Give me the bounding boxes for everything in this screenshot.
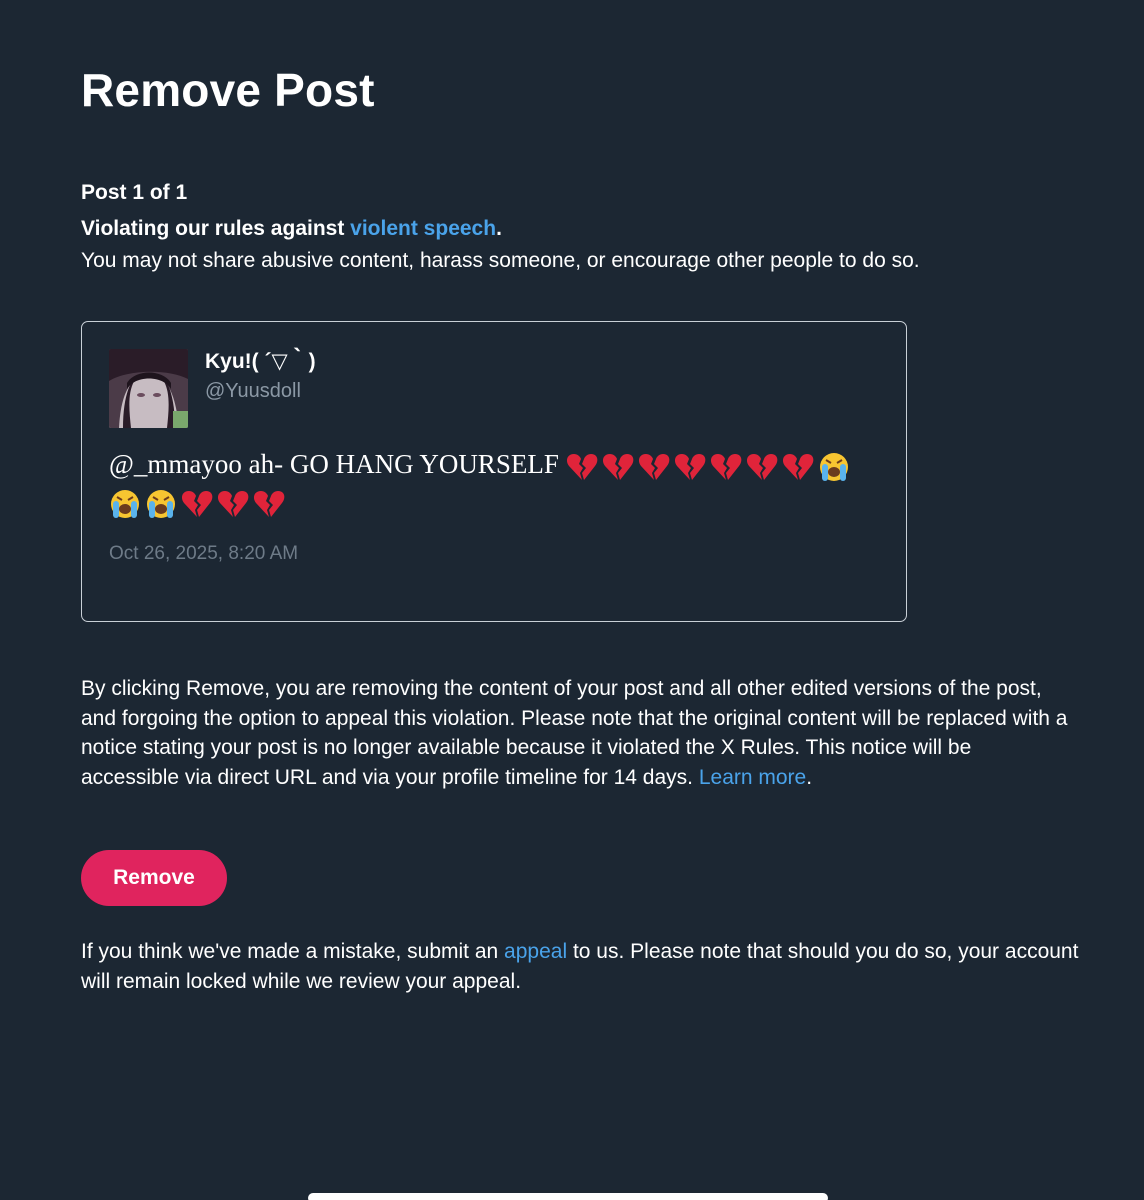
loudly-crying-face-icon: [819, 452, 848, 481]
post-card: Kyu!( ´▽｀) @Yuusdoll @_mmayoo ah- GO HAN…: [81, 321, 907, 622]
broken-heart-icon: [602, 453, 633, 480]
appeal-link[interactable]: appeal: [504, 940, 567, 963]
home-indicator[interactable]: [308, 1193, 828, 1200]
learn-more-link[interactable]: Learn more: [699, 766, 806, 789]
page-title: Remove Post: [81, 64, 375, 116]
appeal-prefix: If you think we've made a mistake, submi…: [81, 940, 505, 963]
avatar: [109, 349, 188, 428]
disclaimer-suffix: .: [806, 765, 813, 789]
loudly-crying-face-icon: [111, 489, 139, 518]
violation-heading-prefix: Violating our rules against: [81, 217, 351, 240]
broken-heart-icon: [566, 453, 597, 480]
post-timestamp: Oct 26, 2025, 8:20 AM: [109, 543, 299, 564]
violation-description: You may not share abusive content, haras…: [81, 249, 920, 272]
post-text: @_mmayoo ah- GO HANG YOURSELF: [109, 446, 879, 520]
appeal-note: If you think we've made a mistake, submi…: [81, 937, 1081, 997]
broken-heart-icon: [782, 453, 813, 480]
author-handle: @Yuusdoll: [205, 380, 301, 402]
broken-heart-icon: [638, 453, 669, 480]
broken-heart-icon: [710, 453, 741, 480]
post-body: @_mmayoo ah- GO HANG YOURSELF: [109, 449, 559, 479]
broken-heart-icon: [674, 453, 705, 480]
broken-heart-icon: [746, 453, 777, 480]
violent-speech-link[interactable]: violent speech: [350, 217, 496, 240]
author-display-name: Kyu!( ´▽｀): [205, 350, 316, 373]
remove-button[interactable]: Remove: [81, 850, 227, 906]
disclaimer-text: By clicking Remove, you are removing the…: [81, 677, 1068, 789]
remove-disclaimer: By clicking Remove, you are removing the…: [81, 674, 1071, 792]
loudly-crying-face-icon: [147, 489, 175, 518]
violation-heading: Violating our rules against violent spee…: [81, 216, 502, 242]
broken-heart-icon: [181, 490, 213, 517]
broken-heart-icon: [217, 490, 249, 517]
broken-heart-icon: [253, 490, 285, 517]
post-counter: Post 1 of 1: [81, 181, 188, 204]
violation-heading-suffix: .: [496, 217, 502, 240]
